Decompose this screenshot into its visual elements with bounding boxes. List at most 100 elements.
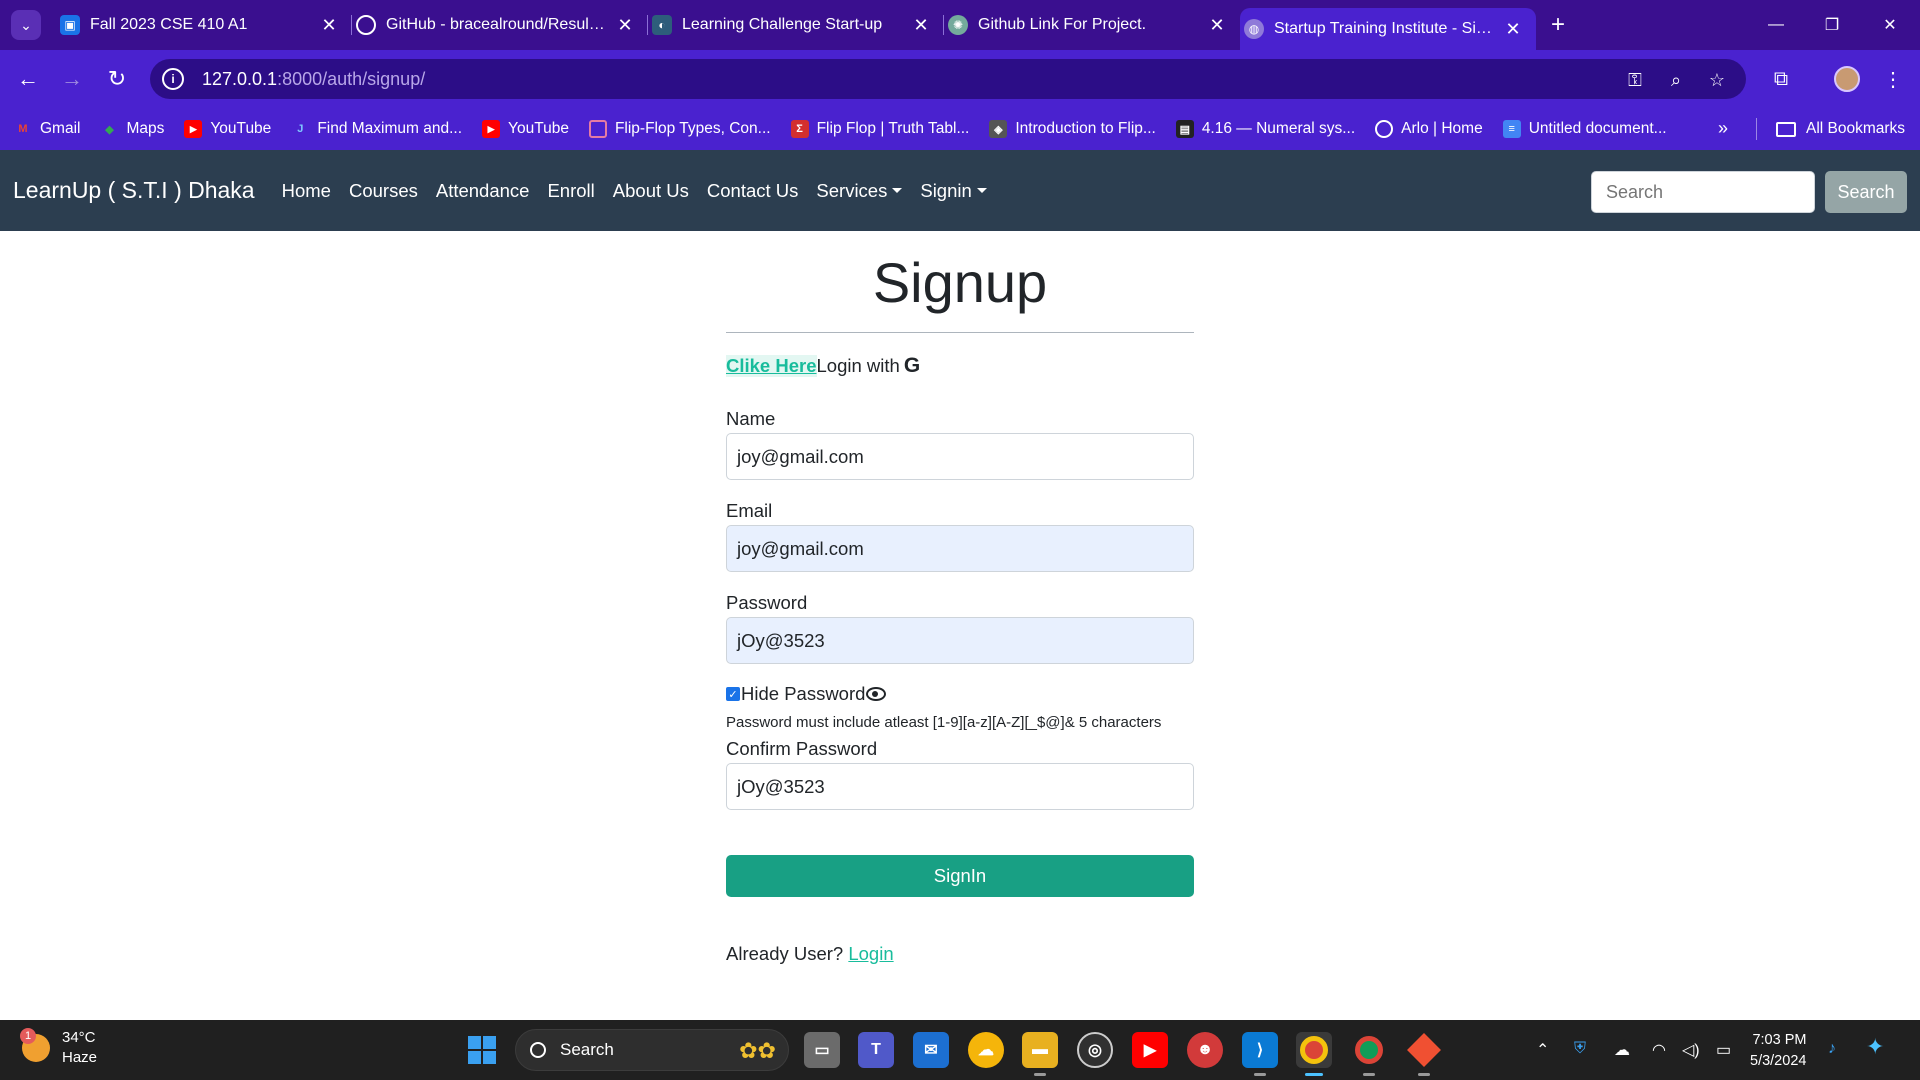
battery-icon[interactable]: ▭ [1716, 1040, 1731, 1060]
docs-icon: ≡ [1502, 120, 1521, 138]
taskbar-search[interactable]: Search ✿✿ [515, 1029, 789, 1071]
weather-app-icon[interactable]: ☁ [968, 1032, 1004, 1068]
url-text[interactable]: 127.0.0.1:8000/auth/signup/ [202, 69, 425, 90]
login-link[interactable]: Login [848, 943, 893, 964]
all-bookmarks-label: All Bookmarks [1806, 120, 1906, 137]
shield-icon: ◈ [989, 120, 1008, 138]
bookmark-numeral-sys[interactable]: ▤ 4.16 — Numeral sys... [1175, 120, 1356, 138]
git-icon[interactable] [1406, 1032, 1442, 1076]
extensions-icon[interactable]: ⧉ [1766, 64, 1796, 94]
bookmark-divider [1756, 118, 1757, 140]
forward-arrow-icon[interactable]: → [57, 64, 87, 94]
onedrive-icon[interactable]: ☁ [1614, 1040, 1630, 1060]
file-explorer-icon[interactable]: ▬ [1022, 1032, 1058, 1076]
confirm-password-field[interactable]: jOy@3523 [726, 763, 1194, 810]
google-login-link[interactable]: Clike Here [726, 355, 817, 377]
bookmark-intro-flip[interactable]: ◈ Introduction to Flip... [989, 120, 1156, 138]
reload-icon[interactable]: ↻ [102, 64, 132, 94]
avatar[interactable] [1834, 66, 1860, 92]
password-field[interactable]: jOy@3523 [726, 617, 1194, 664]
nav-attendance[interactable]: Attendance [436, 180, 530, 202]
hide-password-checkbox[interactable]: ✓ [726, 687, 740, 701]
chrome-icon[interactable] [1296, 1032, 1332, 1076]
tab-learning-challenge[interactable]: ◐ Learning Challenge Start-up ✕ [648, 0, 944, 50]
signin-button[interactable]: SignIn [726, 855, 1194, 897]
notification-badge: 1 [20, 1028, 36, 1044]
bookmark-find-maximum[interactable]: J Find Maximum and... [291, 120, 462, 138]
windows-start-icon[interactable] [468, 1036, 496, 1064]
game-app-icon[interactable]: ☻ [1187, 1032, 1223, 1068]
bookmark-untitled-doc[interactable]: ≡ Untitled document... [1502, 120, 1667, 138]
all-bookmarks-button[interactable]: All Bookmarks [1776, 108, 1905, 150]
copilot-icon[interactable]: ✦ [1866, 1034, 1884, 1060]
tab-cse410[interactable]: ▣ Fall 2023 CSE 410 A1 ✕ [56, 0, 352, 50]
bookmark-youtube-2[interactable]: ▶ YouTube [482, 120, 569, 138]
mail-icon[interactable]: ✉ [913, 1032, 949, 1068]
maps-icon: ◆ [105, 123, 114, 136]
back-arrow-icon[interactable]: ← [13, 64, 43, 94]
nav-services-dropdown[interactable]: Services [816, 180, 903, 202]
tab-github[interactable]: GitHub - bracealround/Result_P ✕ [352, 0, 648, 50]
obs-icon[interactable]: ◎ [1077, 1032, 1113, 1068]
kebab-menu-icon[interactable]: ⋮ [1878, 64, 1908, 94]
bookmark-maps[interactable]: ◆ Maps [100, 120, 164, 138]
new-tab-button[interactable]: + [1543, 10, 1573, 40]
site-search-button[interactable]: Search [1825, 171, 1907, 213]
close-icon[interactable]: ✕ [616, 15, 634, 36]
bookmark-youtube[interactable]: ▶ YouTube [184, 120, 271, 138]
eye-icon [866, 687, 887, 701]
bookmark-arlo[interactable]: Arlo | Home [1375, 120, 1483, 138]
hide-password-label[interactable]: Hide Password [741, 683, 865, 705]
site-search-input[interactable] [1591, 171, 1815, 213]
nav-home[interactable]: Home [282, 180, 331, 202]
nav-about-us[interactable]: About Us [613, 180, 689, 202]
tab-signup[interactable]: ◍ Startup Training Institute - Signup ✕ [1240, 8, 1536, 50]
tab-chatgpt[interactable]: ✺ Github Link For Project. ✕ [944, 0, 1240, 50]
github-icon [356, 15, 376, 35]
site-info-icon[interactable]: i [162, 68, 184, 90]
wifi-icon[interactable]: ◠ [1652, 1040, 1666, 1060]
nav-enroll[interactable]: Enroll [547, 180, 594, 202]
youtube-app-icon[interactable]: ▶ [1132, 1032, 1168, 1068]
close-icon[interactable]: ✕ [1504, 19, 1522, 40]
key-icon[interactable]: ⚿ [1624, 69, 1646, 91]
bookmark-label: 4.16 — Numeral sys... [1201, 120, 1356, 137]
already-user-text: Already User? [726, 943, 844, 964]
bookmark-flip-flop-truth[interactable]: Σ Flip Flop | Truth Tabl... [790, 120, 970, 138]
brand-logo[interactable]: LearnUp ( S.T.I ) Dhaka [13, 177, 255, 204]
chevron-up-icon[interactable]: ⌃ [1536, 1040, 1549, 1060]
tab-search-icon[interactable]: ⌄ [11, 10, 41, 40]
minimize-button[interactable]: — [1748, 0, 1804, 50]
system-clock[interactable]: 7:03 PM 5/3/2024 [1750, 1030, 1806, 1072]
vscode-icon[interactable]: ⟩ [1242, 1032, 1278, 1076]
tab-title: Startup Training Institute - Signup [1274, 20, 1496, 37]
close-window-button[interactable]: ✕ [1862, 0, 1918, 50]
teams-icon[interactable]: T [858, 1032, 894, 1068]
bookmark-flip-flop-types[interactable]: Flip-Flop Types, Con... [588, 120, 771, 138]
bookmark-gmail[interactable]: M Gmail [14, 120, 80, 138]
close-icon[interactable]: ✕ [1208, 15, 1226, 36]
nav-signin-dropdown[interactable]: Signin [920, 180, 987, 202]
name-field[interactable]: joy@gmail.com [726, 433, 1194, 480]
defender-icon[interactable]: ⛨ [1574, 1040, 1586, 1058]
nav-courses[interactable]: Courses [349, 180, 418, 202]
site-navbar: LearnUp ( S.T.I ) Dhaka Home Courses Att… [0, 150, 1920, 231]
close-icon[interactable]: ✕ [912, 15, 930, 36]
bell-icon[interactable]: ♪ [1828, 1040, 1836, 1058]
address-bar[interactable]: i 127.0.0.1:8000/auth/signup/ ⚿ ⌕ ☆ [150, 59, 1746, 99]
star-icon[interactable]: ☆ [1706, 69, 1728, 91]
tab-title: Fall 2023 CSE 410 A1 [90, 16, 248, 33]
chevron-double-right-icon[interactable]: » [1718, 118, 1728, 139]
bookmark-label: Flip-Flop Types, Con... [614, 120, 771, 137]
nav-contact-us[interactable]: Contact Us [707, 180, 799, 202]
email-field[interactable]: joy@gmail.com [726, 525, 1194, 572]
volume-icon[interactable]: ◁) [1682, 1040, 1700, 1060]
close-icon[interactable]: ✕ [320, 15, 338, 36]
restore-button[interactable]: ❐ [1804, 0, 1860, 50]
task-view-icon[interactable]: ▭ [804, 1032, 840, 1068]
weather-widget[interactable]: 1 34°C Haze [20, 1028, 97, 1068]
bookmark-label: Flip Flop | Truth Tabl... [816, 120, 970, 137]
bookmark-label: Untitled document... [1528, 120, 1667, 137]
zoom-icon[interactable]: ⌕ [1665, 69, 1687, 91]
chrome-profile-icon[interactable] [1351, 1032, 1387, 1076]
